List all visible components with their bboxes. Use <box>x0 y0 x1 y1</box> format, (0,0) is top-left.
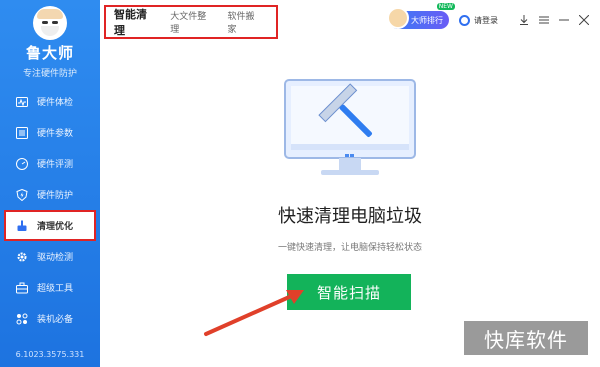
page-subtitle: 一键快速清理，让电脑保持轻松状态 <box>277 243 422 253</box>
annotation-arrow-icon <box>204 290 304 336</box>
sidebar-item-essentials[interactable]: 装机必备 <box>0 303 100 334</box>
tab-bar: 智能清理 大文件整理 软件搬家 <box>104 5 278 39</box>
sidebar-item-cleanup[interactable]: 清理优化 <box>4 210 96 241</box>
minimize-icon[interactable] <box>558 14 570 26</box>
user-icon <box>459 14 470 26</box>
shield-icon <box>16 188 28 201</box>
speedometer-icon <box>16 157 28 170</box>
broom-icon <box>17 220 27 231</box>
sidebar-item-driver[interactable]: 驱动检测 <box>0 241 100 272</box>
version-label: 6.1023.3575.331 <box>15 350 85 359</box>
sidebar-item-label: 超级工具 <box>37 284 74 294</box>
master-avatar-icon <box>33 6 67 40</box>
new-badge: NEW <box>436 3 455 10</box>
watermark: 快库软件 <box>464 321 588 355</box>
pulse-icon <box>16 96 28 107</box>
sidebar-item-label: 硬件参数 <box>37 129 74 139</box>
monitor-illustration <box>284 79 416 175</box>
window-controls: 大师排行 NEW 请登录 <box>387 3 590 32</box>
close-icon[interactable] <box>578 14 590 26</box>
sidebar-item-hardware-protect[interactable]: 硬件防护 <box>0 179 100 210</box>
sidebar-nav: 硬件体检 硬件参数 硬件评测 硬件防护 清理优化 驱动检测 超级工具 装机必备 <box>0 86 100 334</box>
sidebar-item-label: 硬件防护 <box>37 191 74 201</box>
page-title: 快速清理电脑垃圾 <box>278 206 422 227</box>
rank-avatar-icon <box>387 7 409 29</box>
tab-software-move[interactable]: 软件搬家 <box>227 9 262 35</box>
rank-label: 大师排行 <box>411 15 443 25</box>
sidebar: 鲁大师 专注硬件防护 硬件体检 硬件参数 硬件评测 硬件防护 清理优化 驱动检测 <box>0 0 100 367</box>
sidebar-item-super-tools[interactable]: 超级工具 <box>0 272 100 303</box>
sidebar-item-hardware-params[interactable]: 硬件参数 <box>0 117 100 148</box>
toolbox-icon <box>16 282 28 293</box>
list-icon <box>16 126 28 139</box>
tab-large-files[interactable]: 大文件整理 <box>170 9 213 35</box>
sidebar-item-hardware-benchmark[interactable]: 硬件评测 <box>0 148 100 179</box>
master-rank-button[interactable]: 大师排行 NEW <box>387 3 455 29</box>
sidebar-item-label: 装机必备 <box>37 315 74 325</box>
logo: 鲁大师 专注硬件防护 <box>0 6 100 79</box>
menu-icon[interactable] <box>538 14 550 26</box>
sidebar-item-label: 清理优化 <box>37 222 74 232</box>
gear-icon <box>17 252 27 261</box>
app-slogan: 专注硬件防护 <box>22 69 77 79</box>
login-label: 请登录 <box>474 15 498 25</box>
tab-smart-clean[interactable]: 智能清理 <box>114 6 156 38</box>
download-icon[interactable] <box>518 14 530 26</box>
sidebar-item-label: 硬件体检 <box>37 98 74 108</box>
apps-icon <box>16 313 28 324</box>
sidebar-item-label: 硬件评测 <box>37 160 74 170</box>
sidebar-item-hardware-check[interactable]: 硬件体检 <box>0 86 100 117</box>
sidebar-item-label: 驱动检测 <box>37 253 74 263</box>
login-button[interactable]: 请登录 <box>459 14 498 26</box>
app-name: 鲁大师 <box>25 44 74 62</box>
